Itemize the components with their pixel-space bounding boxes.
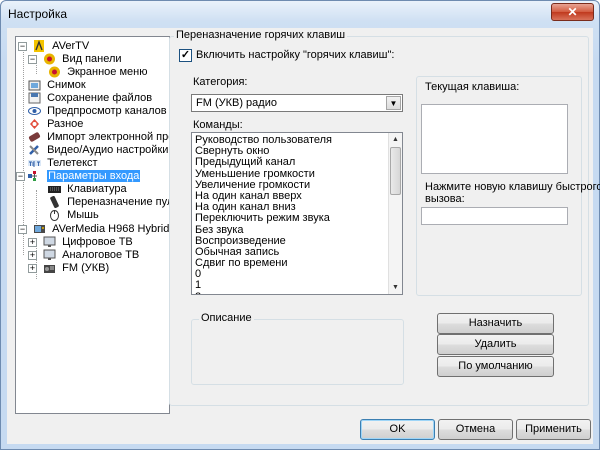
- mouse-icon: [50, 209, 59, 221]
- osd-menu-icon: [49, 66, 60, 77]
- window-title: Настройка: [8, 7, 68, 21]
- collapse-icon[interactable]: −: [16, 172, 25, 181]
- tree-item-epg-import[interactable]: Импорт электронной прог: [28, 131, 169, 144]
- expand-icon[interactable]: +: [28, 251, 37, 260]
- preview-eye-icon: [28, 106, 41, 115]
- tree-item-avertv[interactable]: − AVerTV: [18, 39, 89, 53]
- tree-item-input-params[interactable]: − Параметры входа: [16, 170, 141, 183]
- scroll-down-icon[interactable]: ▼: [389, 281, 402, 294]
- input-params-icon: [28, 170, 37, 181]
- current-key-label: Текущая клавиша:: [425, 81, 520, 93]
- restore-defaults-button[interactable]: По умолчанию: [437, 356, 554, 377]
- apply-button[interactable]: Применить: [516, 419, 591, 440]
- fm-radio-icon: [44, 264, 56, 273]
- tree-item-save-files[interactable]: Сохранение файлов: [28, 92, 152, 105]
- tree-item-misc[interactable]: Разное: [28, 118, 83, 131]
- list-item[interactable]: 2: [192, 291, 402, 294]
- list-item[interactable]: Сдвиг по времени: [192, 257, 402, 269]
- current-key-field[interactable]: [421, 104, 568, 174]
- list-item[interactable]: 0: [192, 269, 402, 280]
- expand-icon[interactable]: +: [28, 264, 37, 273]
- tools-icon: [29, 144, 39, 155]
- tree-item-snapshot[interactable]: Снимок: [28, 79, 86, 92]
- category-select[interactable]: FM (УКВ) радио ▼: [191, 94, 403, 112]
- description-title: Описание: [199, 312, 254, 324]
- scroll-thumb[interactable]: [390, 147, 401, 195]
- device-icon: [34, 224, 46, 233]
- category-value: FM (УКВ) радио: [196, 97, 277, 109]
- commands-list[interactable]: Руководство пользователя Свернуть окно П…: [191, 132, 403, 295]
- close-icon: ✕: [567, 5, 578, 19]
- chevron-down-icon[interactable]: ▼: [386, 96, 401, 110]
- ok-button[interactable]: OK: [360, 419, 435, 440]
- tree-item-video-audio[interactable]: Видео/Аудио настройки: [28, 144, 168, 157]
- collapse-icon[interactable]: −: [28, 55, 37, 64]
- scroll-up-icon[interactable]: ▲: [389, 133, 402, 146]
- assign-button[interactable]: Назначить: [437, 313, 554, 334]
- hotkeys-group-title: Переназначение горячих клавиш: [174, 29, 348, 41]
- tree-item-analog-tv[interactable]: + Аналоговое ТВ: [28, 249, 139, 262]
- tree-item-keyboard[interactable]: Клавиатура: [48, 183, 127, 196]
- commands-label: Команды:: [193, 119, 243, 131]
- save-files-icon: [28, 92, 41, 103]
- tree-item-mouse[interactable]: Мышь: [48, 209, 99, 222]
- list-item[interactable]: Переключить режим звука: [192, 213, 402, 224]
- new-key-field[interactable]: [421, 207, 568, 225]
- settings-tree[interactable]: − AVerTV − Вид панели Экранное меню Сним: [15, 36, 170, 414]
- list-item[interactable]: 1: [192, 280, 402, 291]
- collapse-icon[interactable]: −: [18, 42, 27, 51]
- collapse-icon[interactable]: −: [18, 225, 27, 234]
- delete-button[interactable]: Удалить: [437, 334, 554, 355]
- keyboard-icon: [48, 185, 61, 193]
- close-button[interactable]: ✕: [551, 3, 594, 21]
- new-key-label-line2: вызова:: [425, 193, 465, 205]
- enable-hotkeys-checkbox[interactable]: ✓: [179, 49, 192, 62]
- snapshot-icon: [28, 80, 41, 90]
- list-item[interactable]: Без звука: [192, 224, 402, 236]
- tree-item-digital-tv[interactable]: + Цифровое ТВ: [28, 236, 133, 249]
- remote-remap-icon: [50, 195, 59, 208]
- panel-view-icon: [44, 53, 56, 64]
- misc-icon: [30, 118, 39, 129]
- averTV-logo-icon: [34, 39, 45, 52]
- new-key-label-line1: Нажмите новую клавишу быстрого: [425, 181, 600, 193]
- expand-icon[interactable]: +: [28, 238, 37, 247]
- check-icon: ✓: [180, 49, 191, 61]
- analog-tv-icon: [43, 249, 56, 260]
- cancel-button[interactable]: Отмена: [438, 419, 513, 440]
- list-item[interactable]: Предыдущий канал: [192, 157, 402, 168]
- tree-item-fm[interactable]: + FM (УКВ): [28, 262, 109, 275]
- tree-item-panel-view[interactable]: − Вид панели: [28, 53, 122, 66]
- title-bar[interactable]: Настройка ✕: [1, 1, 599, 27]
- tree-item-teletext[interactable]: Телетекст: [28, 157, 98, 170]
- tree-item-remote-remap[interactable]: Переназначение пульт: [48, 195, 169, 209]
- commands-scrollbar[interactable]: ▲ ▼: [388, 133, 402, 294]
- dialog-client: − AVerTV − Вид панели Экранное меню Сним: [7, 28, 600, 444]
- settings-window: Настройка ✕ − AVerTV − Вид панели Экранн…: [0, 0, 600, 450]
- epg-import-icon: [28, 131, 41, 142]
- tree-item-channel-preview[interactable]: Предпросмотр каналов: [28, 105, 167, 118]
- commands-items: Руководство пользователя Свернуть окно П…: [192, 133, 402, 294]
- digital-tv-icon: [43, 236, 56, 247]
- category-label: Категория:: [193, 76, 248, 88]
- teletext-icon: [28, 159, 41, 166]
- description-group: [191, 319, 404, 385]
- enable-hotkeys-label: Включить настройку "горячих клавиш":: [196, 49, 395, 61]
- tree-item-osd-menu[interactable]: Экранное меню: [48, 66, 147, 79]
- tree-item-device[interactable]: − AVerMedia H968 Hybrid Ana: [18, 223, 169, 236]
